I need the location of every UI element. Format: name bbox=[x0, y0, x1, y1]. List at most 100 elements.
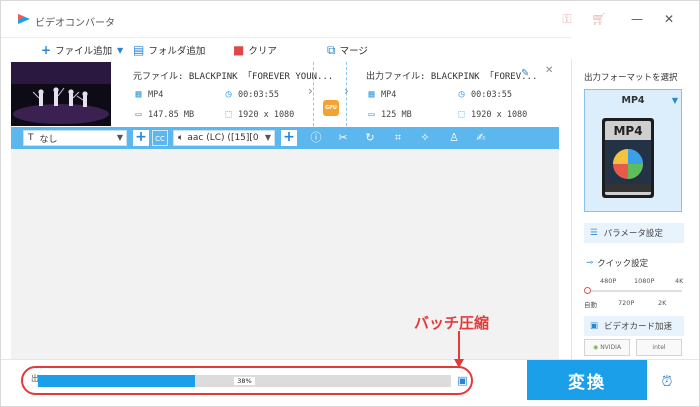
source-duration: ◷ 00:03:55 bbox=[223, 89, 279, 100]
key-icon[interactable]: ⚿ bbox=[559, 12, 575, 26]
quality-label-1080p: 1080P bbox=[634, 277, 655, 285]
quality-label-auto: 自動 bbox=[584, 301, 597, 309]
output-size: ▭ 125 MB bbox=[366, 109, 412, 120]
quick-settings-title: ⊸ クイック設定 bbox=[586, 257, 648, 269]
output-size-value: 125 MB bbox=[381, 109, 412, 120]
chevron-down-icon: ▼ bbox=[116, 133, 123, 142]
source-duration-value: 00:03:55 bbox=[238, 89, 279, 100]
resolution-icon: ⬚ bbox=[458, 109, 465, 120]
merge-label: マージ bbox=[339, 46, 368, 57]
parameter-settings-button[interactable]: ☰ パラメータ設定 bbox=[584, 223, 684, 243]
source-resolution: ⬚ 1920 x 1080 bbox=[223, 109, 294, 120]
source-file-name: 元ファイル: BLACKPINK 「FOREVER YOUN... bbox=[133, 72, 334, 82]
gpu-indicator: › GPU › bbox=[308, 62, 349, 126]
folder-icon: ▭ bbox=[368, 109, 375, 120]
merge-icon: ⧉ bbox=[327, 43, 336, 57]
add-file-dropdown-icon[interactable]: ▼ bbox=[117, 43, 123, 57]
resolution-icon: ⬚ bbox=[225, 109, 232, 120]
alarm-clock-icon[interactable]: ⏰︎ bbox=[657, 372, 677, 392]
source-resolution-value: 1920 x 1080 bbox=[238, 109, 295, 120]
text-icon: T bbox=[28, 133, 34, 143]
clock-icon: ◷ bbox=[225, 89, 232, 100]
cart-icon[interactable]: 🛒︎ bbox=[591, 12, 607, 26]
quick-settings-icon: ⊸ bbox=[586, 258, 594, 268]
mp4-format-icon: MP4 bbox=[602, 118, 654, 198]
output-format-panel: 出力フォーマットを選択 MP4 ▼ MP4 ☰ パラメータ設定 ⊸ クイック設定 bbox=[571, 59, 699, 359]
watermark-icon[interactable]: ♙ bbox=[447, 130, 461, 146]
gpu-acceleration-button[interactable]: ▣ ビデオカード加速 bbox=[584, 316, 684, 336]
gpu-chip-icon: GPU bbox=[323, 100, 339, 116]
output-format-title: 出力フォーマットを選択 bbox=[584, 73, 678, 83]
info-icon[interactable]: ⓘ bbox=[309, 130, 323, 146]
output-format-value: MP4 bbox=[381, 89, 397, 100]
intel-label: intel bbox=[652, 344, 666, 351]
sliders-icon: ☰ bbox=[590, 228, 598, 238]
effects-wand-icon[interactable]: ✧ bbox=[418, 130, 432, 146]
output-resolution-value: 1920 x 1080 bbox=[471, 109, 528, 120]
output-resolution: ⬚ 1920 x 1080 bbox=[456, 109, 527, 120]
edit-toolbar: T なし ▼ + CC 🔈︎ aac (LC) ([15][0 ▼ + ⓘ ✂ … bbox=[11, 127, 559, 149]
clock-icon: ◷ bbox=[458, 89, 465, 100]
subtitle-edit-icon[interactable]: ✍ bbox=[474, 130, 488, 146]
output-duration-value: 00:03:55 bbox=[471, 89, 512, 100]
annotation-label: バッチ圧縮 bbox=[414, 314, 490, 332]
rotate-icon[interactable]: ↻ bbox=[363, 130, 377, 146]
title-bar: ビデオコンバータ ⚿ 🛒︎ — ✕ bbox=[1, 1, 699, 35]
quality-label-4k: 4K bbox=[675, 277, 684, 285]
quality-slider[interactable] bbox=[586, 290, 682, 292]
intel-badge[interactable]: intel bbox=[636, 339, 682, 356]
convert-button[interactable]: 変換 bbox=[527, 360, 647, 400]
scissors-icon[interactable]: ✂ bbox=[336, 130, 350, 146]
quality-label-480p: 480P bbox=[600, 277, 617, 285]
cc-button[interactable]: CC bbox=[152, 130, 168, 146]
film-icon: ▦ bbox=[135, 89, 142, 100]
gpu-icon: ▣ bbox=[590, 321, 599, 331]
plus-icon: + bbox=[41, 43, 52, 57]
add-audio-button[interactable]: + bbox=[281, 130, 297, 146]
folder-icon: ▭ bbox=[135, 109, 142, 120]
clear-button[interactable]: ■ クリア bbox=[233, 43, 277, 57]
subtitle-select-value: なし bbox=[39, 134, 58, 145]
video-thumbnail[interactable] bbox=[11, 62, 111, 126]
remove-file-icon[interactable]: ✕ bbox=[545, 65, 553, 76]
chevron-down-icon: ▼ bbox=[671, 96, 678, 105]
file-item[interactable]: 元ファイル: BLACKPINK 「FOREVER YOUN... ▦ MP4 … bbox=[11, 62, 559, 127]
main-toolbar: + ファイル追加 ▼ ▤ フォルダ追加 ■ クリア ⧉ マージ bbox=[1, 37, 571, 61]
subtitle-select[interactable]: T なし ▼ bbox=[23, 130, 127, 146]
chevron-right-icon: › bbox=[308, 84, 313, 98]
chevron-right-icon: › bbox=[344, 84, 349, 98]
pencil-icon[interactable]: ✎ bbox=[521, 68, 529, 79]
app-logo-icon bbox=[18, 14, 30, 24]
gpu-acceleration-label: ビデオカード加速 bbox=[604, 322, 673, 332]
audio-track-select[interactable]: 🔈︎ aac (LC) ([15][0 ▼ bbox=[173, 130, 275, 146]
app-window: ビデオコンバータ ⚿ 🛒︎ — ✕ + ファイル追加 ▼ ▤ フォルダ追加 ■ … bbox=[0, 0, 700, 407]
nvidia-badge[interactable]: ◉ NVIDIA bbox=[584, 339, 630, 356]
add-folder-label: フォルダ追加 bbox=[148, 46, 206, 57]
clear-label: クリア bbox=[248, 46, 277, 57]
folder-plus-icon: ▤ bbox=[133, 43, 145, 57]
merge-button[interactable]: ⧉ マージ bbox=[327, 43, 368, 57]
output-file-name: 出力ファイル: BLACKPINK 「FOREV... bbox=[366, 72, 538, 82]
source-size: ▭ 147.85 MB bbox=[133, 109, 194, 120]
add-file-button[interactable]: + ファイル追加 bbox=[41, 43, 112, 57]
add-folder-button[interactable]: ▤ フォルダ追加 bbox=[133, 43, 205, 57]
quick-settings-label: クイック設定 bbox=[597, 259, 649, 269]
crop-icon[interactable]: ⌗ bbox=[391, 130, 405, 146]
quality-slider-knob[interactable] bbox=[584, 287, 591, 294]
nvidia-logo-icon: ◉ bbox=[592, 344, 599, 351]
source-size-value: 147.85 MB bbox=[148, 109, 195, 120]
parameter-settings-label: パラメータ設定 bbox=[603, 229, 663, 239]
quality-label-720p: 720P bbox=[618, 299, 635, 307]
speaker-icon: 🔈︎ bbox=[178, 133, 184, 143]
output-format: ▦ MP4 bbox=[366, 89, 396, 100]
output-format-value: MP4 bbox=[621, 95, 645, 106]
add-subtitle-button[interactable]: + bbox=[133, 130, 149, 146]
close-window-icon[interactable]: ✕ bbox=[661, 11, 677, 27]
trash-icon: ■ bbox=[233, 43, 245, 57]
annotation-highlight bbox=[21, 366, 473, 395]
output-format-selector[interactable]: MP4 ▼ MP4 bbox=[584, 89, 682, 212]
source-format: ▦ MP4 bbox=[133, 89, 163, 100]
minimize-icon[interactable]: — bbox=[629, 11, 645, 27]
chevron-down-icon: ▼ bbox=[264, 133, 271, 142]
film-icon: ▦ bbox=[368, 89, 375, 100]
